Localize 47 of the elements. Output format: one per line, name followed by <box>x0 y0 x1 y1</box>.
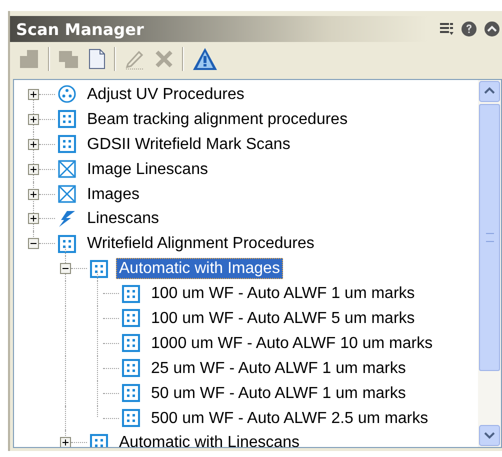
tree-item[interactable]: Automatic with Images <box>116 258 283 280</box>
help-icon[interactable] <box>461 21 477 37</box>
scroll-down-icon[interactable] <box>479 425 500 446</box>
dotted-square-icon <box>122 359 140 378</box>
dotted-square-icon <box>90 260 108 278</box>
expander-icon[interactable] <box>28 88 39 100</box>
expander-icon[interactable] <box>60 263 71 274</box>
tree-item[interactable]: 1000 um WF - Auto ALWF 10 um marks <box>148 332 436 354</box>
expander-icon[interactable] <box>60 437 71 447</box>
scroll-up-icon[interactable] <box>479 81 500 102</box>
tree-item[interactable]: 100 um WF - Auto ALWF 1 um marks <box>148 283 418 304</box>
collapse-icon[interactable] <box>484 21 500 37</box>
tree-item[interactable]: GDSII Writefield Mark Scans <box>84 134 294 155</box>
dotted-square-icon <box>58 110 76 128</box>
list-options-icon[interactable] <box>440 22 454 36</box>
tree-item[interactable]: Beam tracking alignment procedures <box>84 108 351 130</box>
page-icon[interactable] <box>88 48 106 70</box>
expander-icon[interactable] <box>28 238 39 250</box>
expander-icon[interactable] <box>28 188 39 200</box>
expander-icon[interactable] <box>28 138 39 150</box>
dotted-square-icon <box>122 309 140 328</box>
dotted-square-icon <box>58 135 76 154</box>
tree-item[interactable]: Writefield Alignment Procedures <box>84 233 318 254</box>
dotted-square-icon <box>58 234 76 253</box>
expander-icon[interactable] <box>28 114 39 125</box>
crossed-square-icon <box>58 185 76 203</box>
dotted-square-icon <box>122 284 140 303</box>
scrollbar[interactable] <box>478 80 501 447</box>
tree-item[interactable]: Linescans <box>84 208 162 230</box>
tree-item[interactable]: Images <box>84 184 142 204</box>
dotted-square-icon <box>122 334 140 352</box>
lightning-icon <box>58 210 76 228</box>
dotted-circle-icon <box>58 85 76 104</box>
tree-item[interactable]: Image Linescans <box>84 158 211 180</box>
window-title: Scan Manager <box>16 20 144 38</box>
tree-item[interactable]: 500 um WF - Auto ALWF 2.5 um marks <box>148 408 432 429</box>
tree-item[interactable]: 25 um WF - Auto ALWF 1 um marks <box>148 358 409 379</box>
dotted-square-icon <box>122 409 140 428</box>
tree-item[interactable]: 50 um WF - Auto ALWF 1 um marks <box>148 382 409 404</box>
warning-icon[interactable] <box>192 47 218 71</box>
dotted-square-icon <box>122 384 140 402</box>
expander-icon[interactable] <box>28 164 39 175</box>
scroll-thumb[interactable] <box>479 104 500 371</box>
tree-item[interactable]: Adjust UV Procedures <box>84 84 248 105</box>
crossed-square-icon <box>58 160 76 178</box>
expander-icon[interactable] <box>28 213 39 224</box>
tree-item[interactable]: 100 um WF - Auto ALWF 5 um marks <box>148 308 418 329</box>
